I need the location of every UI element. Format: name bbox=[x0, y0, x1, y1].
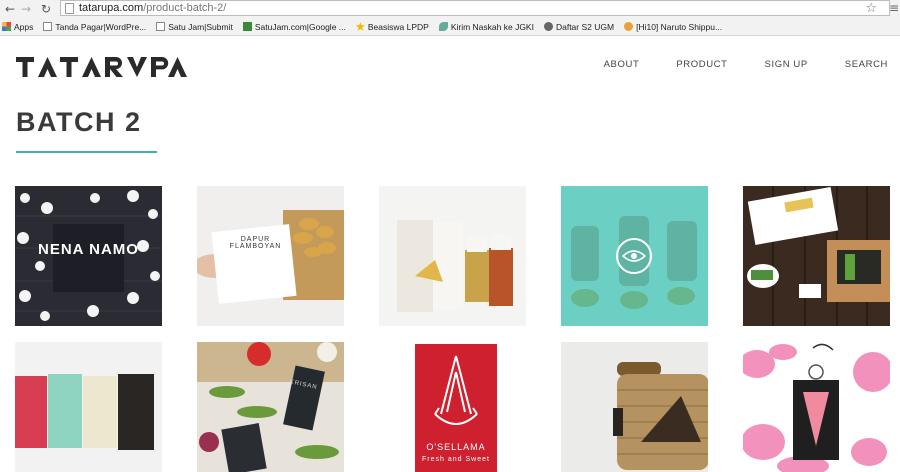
bookmark-star-icon[interactable]: ☆ bbox=[865, 1, 877, 17]
bookmark-label: Tanda Pagar|WordPre... bbox=[55, 21, 147, 32]
tile-caption: DAPUR FLAMBOYAN bbox=[229, 236, 282, 250]
product-tile-dapur-flamboyan[interactable]: DAPUR FLAMBOYAN bbox=[197, 186, 344, 326]
bookmark-label: Satu Jam|Submit bbox=[168, 21, 233, 32]
page-title: BATCH 2 bbox=[16, 107, 142, 137]
site-logo[interactable] bbox=[16, 57, 206, 77]
page-icon bbox=[156, 22, 166, 31]
page-icon bbox=[65, 2, 74, 14]
leaf-icon bbox=[438, 22, 448, 31]
nav-about[interactable]: ABOUT bbox=[604, 59, 640, 70]
bookmark-label: Kirim Naskah ke JGKI bbox=[450, 21, 534, 32]
bookmark-label: Daftar S2 UGM bbox=[555, 21, 615, 32]
bookmark-label: Beasiswa LPDP bbox=[367, 21, 429, 32]
browser-chrome: ← → ↻ tatarupa.com/product-batch-2/ ☆ ≡ … bbox=[0, 0, 900, 36]
bookmark-apps[interactable]: Apps bbox=[2, 22, 33, 32]
address-row: ← → ↻ tatarupa.com/product-batch-2/ ☆ ≡ bbox=[0, 0, 900, 17]
bookmark-daftar-s2[interactable]: Daftar S2 UGM bbox=[543, 21, 615, 32]
url-path: /product-batch-2/ bbox=[143, 2, 227, 14]
page-icon bbox=[43, 22, 53, 31]
product-tile-packaged-snacks[interactable] bbox=[379, 186, 526, 326]
url-text: tatarupa.com/product-batch-2/ bbox=[79, 2, 226, 14]
product-tile-floral-tag[interactable] bbox=[743, 342, 890, 472]
bookmark-kirim-naskah[interactable]: Kirim Naskah ke JGKI bbox=[438, 21, 534, 32]
bookmarks-bar: Apps Tanda Pagar|WordPre... Satu Jam|Sub… bbox=[0, 18, 900, 35]
product-tile-nena-namo[interactable]: NENA NAMO bbox=[15, 186, 162, 326]
product-tile-flowers-tags[interactable]: KRISAN bbox=[197, 342, 344, 472]
gear-icon bbox=[543, 22, 553, 31]
tile-subcaption: Fresh and Sweet bbox=[422, 456, 490, 463]
nav-search[interactable]: SEARCH bbox=[845, 59, 888, 70]
browser-menu-icon[interactable]: ≡ bbox=[889, 0, 899, 16]
product-tile-chocolate-bars[interactable] bbox=[15, 342, 162, 472]
bookmark-naruto[interactable]: [Hi10] Naruto Shippu... bbox=[624, 22, 722, 32]
back-arrow-icon[interactable]: ← bbox=[2, 1, 18, 17]
nav-sign-up[interactable]: SIGN UP bbox=[765, 59, 808, 70]
ball-icon bbox=[624, 22, 634, 31]
url-host: tatarupa.com bbox=[79, 2, 144, 14]
product-tile-box-and-cake[interactable] bbox=[743, 186, 890, 326]
reload-icon[interactable]: ↻ bbox=[38, 1, 54, 17]
bookmark-tanda-pagar[interactable]: Tanda Pagar|WordPre... bbox=[43, 22, 146, 32]
main-nav: ABOUT PRODUCT SIGN UP SEARCH bbox=[567, 59, 888, 70]
bookmark-label: Apps bbox=[14, 21, 34, 32]
nav-product[interactable]: PRODUCT bbox=[676, 59, 727, 70]
bookmark-satujam-google[interactable]: SatuJam.com|Google ... bbox=[242, 21, 346, 32]
star-icon bbox=[355, 22, 365, 31]
forward-arrow-icon[interactable]: → bbox=[18, 1, 34, 17]
bookmark-beasiswa-lpdp[interactable]: Beasiswa LPDP bbox=[355, 21, 429, 32]
tile-caption: O'SELLAMA bbox=[426, 442, 486, 452]
title-underline bbox=[16, 151, 157, 153]
product-tile-bottles[interactable] bbox=[561, 186, 708, 326]
product-tile-osellama[interactable]: O'SELLAMA Fresh and Sweet bbox=[379, 342, 526, 472]
satujam-icon bbox=[242, 22, 252, 31]
address-bar[interactable]: tatarupa.com/product-batch-2/ ☆ bbox=[60, 0, 890, 16]
apps-icon bbox=[2, 22, 11, 31]
tile-caption: NENA NAMO bbox=[38, 241, 139, 258]
bookmark-label: [Hi10] Naruto Shippu... bbox=[636, 21, 723, 32]
bookmark-satu-jam-submit[interactable]: Satu Jam|Submit bbox=[156, 22, 233, 32]
bookmark-label: SatuJam.com|Google ... bbox=[254, 21, 346, 32]
product-tile-rattan-bag[interactable] bbox=[561, 342, 708, 472]
